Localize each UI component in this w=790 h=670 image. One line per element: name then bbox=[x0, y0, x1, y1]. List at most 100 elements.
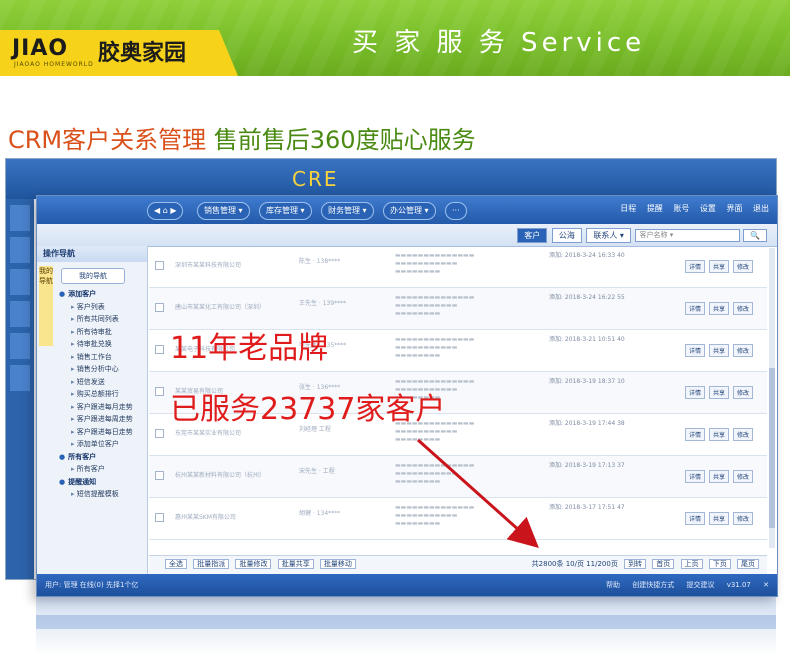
batch-share-button[interactable]: 批量共享 bbox=[277, 559, 314, 569]
headline-orange: CRM客户关系管理 bbox=[8, 126, 207, 154]
back-side-tab[interactable] bbox=[10, 237, 30, 263]
back-side-tab[interactable] bbox=[10, 301, 30, 327]
edit-button[interactable]: 修改 bbox=[732, 470, 753, 483]
tab-customers[interactable]: 客户 bbox=[517, 228, 548, 243]
left-nav-item[interactable]: 销售工作台 bbox=[37, 351, 147, 364]
contact-cell: 王先生 · 139**** bbox=[299, 300, 347, 307]
nav-menu-office[interactable]: 办公管理 ▾ bbox=[383, 202, 436, 220]
batch-edit-button[interactable]: 批量修改 bbox=[235, 559, 272, 569]
logout-button[interactable]: 退出 bbox=[753, 204, 769, 213]
table-scrollbar[interactable] bbox=[769, 248, 775, 548]
edit-button[interactable]: 修改 bbox=[732, 386, 753, 399]
nav-menu-sales[interactable]: 销售管理 ▾ bbox=[197, 202, 250, 220]
left-nav-item[interactable]: 客户列表 bbox=[37, 301, 147, 314]
nav-menu-finance[interactable]: 财务管理 ▾ bbox=[321, 202, 374, 220]
create-shortcut-link[interactable]: 创建快捷方式 bbox=[632, 581, 674, 589]
back-side-tab[interactable] bbox=[10, 269, 30, 295]
scrollbar-thumb[interactable] bbox=[769, 368, 775, 528]
share-button[interactable]: 共享 bbox=[708, 470, 729, 483]
left-nav-item[interactable]: 所有共同列表 bbox=[37, 313, 147, 326]
tab-contacts[interactable]: 联系人 ▾ bbox=[586, 228, 631, 243]
left-nav-group[interactable]: 提醒通知 bbox=[37, 476, 147, 489]
search-input[interactable]: 客户名称 ▾ bbox=[635, 229, 741, 242]
table-row[interactable]: 深圳市某某科技有限公司 陈生 · 138**** ▬▬▬▬▬▬▬▬▬▬▬▬▬▬ ▬▬▬… bbox=[149, 246, 767, 288]
last-page-button[interactable]: 尾页 bbox=[737, 559, 759, 569]
detail-button[interactable]: 详情 bbox=[684, 470, 705, 483]
left-nav-item[interactable]: 购买总额排行 bbox=[37, 388, 147, 401]
detail-button[interactable]: 详情 bbox=[684, 302, 705, 315]
calendar-button[interactable]: 日程 bbox=[620, 204, 636, 213]
share-button[interactable]: 共享 bbox=[708, 260, 729, 273]
left-nav-group[interactable]: 所有客户 bbox=[37, 451, 147, 464]
left-nav-item[interactable]: 添加单位客户 bbox=[37, 438, 147, 451]
logo-tagline: JIAOAO HOMEWORLD bbox=[14, 61, 94, 68]
left-nav-item[interactable]: 短信发送 bbox=[37, 376, 147, 389]
left-nav-item[interactable]: 所有待审批 bbox=[37, 326, 147, 339]
share-button[interactable]: 共享 bbox=[708, 428, 729, 441]
row-checkbox[interactable] bbox=[155, 471, 164, 480]
detail-button[interactable]: 详情 bbox=[684, 260, 705, 273]
reminder-button[interactable]: 提醒 bbox=[647, 204, 663, 213]
left-nav-item[interactable]: 待审批兑换 bbox=[37, 338, 147, 351]
batch-move-button[interactable]: 批量移动 bbox=[319, 559, 356, 569]
nav-back-forward[interactable]: ◀ ⌂ ▶ bbox=[147, 202, 184, 220]
detail-button[interactable]: 详情 bbox=[684, 512, 705, 525]
back-side-tab[interactable] bbox=[10, 365, 30, 391]
left-nav-item[interactable]: 所有客户 bbox=[37, 463, 147, 476]
edit-button[interactable]: 修改 bbox=[732, 302, 753, 315]
time-cell: 添加: 2018-3-17 17:51 47 bbox=[549, 504, 625, 511]
detail-button[interactable]: 详情 bbox=[684, 344, 705, 357]
help-link[interactable]: 帮助 bbox=[606, 581, 620, 589]
left-nav-item[interactable]: 客户跟进每周走势 bbox=[37, 413, 147, 426]
select-all-checkbox[interactable]: 全选 bbox=[165, 559, 187, 569]
back-side-tab[interactable] bbox=[10, 205, 30, 231]
table-row[interactable]: 惠州某某SKM有限公司 胡健 · 134**** ▬▬▬▬▬▬▬▬▬▬▬▬▬▬ ▬▬▬… bbox=[149, 498, 767, 540]
left-nav-item[interactable]: 客户跟进每日走势 bbox=[37, 426, 147, 439]
row-checkbox[interactable] bbox=[155, 345, 164, 354]
headline-green: 售前售后360度贴心服务 bbox=[206, 126, 476, 154]
edit-button[interactable]: 修改 bbox=[732, 512, 753, 525]
settings-button[interactable]: 设置 bbox=[700, 204, 716, 213]
row-checkbox[interactable] bbox=[155, 513, 164, 522]
share-button[interactable]: 共享 bbox=[708, 344, 729, 357]
operation-navigation-panel: 操作导航 我的导航 我的导航 添加客户客户列表所有共同列表所有待审批待审批兑换销… bbox=[37, 246, 148, 574]
goto-button[interactable]: 到转 bbox=[624, 559, 647, 569]
account-button[interactable]: 账号 bbox=[673, 204, 689, 213]
detail-button[interactable]: 详情 bbox=[684, 386, 705, 399]
left-nav-item[interactable]: 销售分析中心 bbox=[37, 363, 147, 376]
row-checkbox[interactable] bbox=[155, 261, 164, 270]
detail-button[interactable]: 详情 bbox=[684, 428, 705, 441]
tab-public-pool[interactable]: 公海 bbox=[551, 228, 582, 243]
nav-menu-more[interactable]: ··· bbox=[445, 202, 467, 220]
row-checkbox[interactable] bbox=[155, 387, 164, 396]
batch-assign-button[interactable]: 批量指派 bbox=[193, 559, 230, 569]
customers-served-overlay: 已服务23737家客户 bbox=[170, 392, 446, 427]
back-side-tab[interactable] bbox=[10, 333, 30, 359]
interface-button[interactable]: 界面 bbox=[726, 204, 742, 213]
share-button[interactable]: 共享 bbox=[708, 386, 729, 399]
share-button[interactable]: 共享 bbox=[708, 302, 729, 315]
left-panel-vertical-tab[interactable]: 我的导航 bbox=[39, 266, 53, 346]
service-banner: JIAO JIAOAO HOMEWORLD 胶奥家园 买 家 服 务 Servi… bbox=[0, 0, 790, 76]
table-row[interactable]: 杭州某某新材料有限公司（杭州） 宋先生 · 工程 ▬▬▬▬▬▬▬▬▬▬▬▬▬▬ ▬▬▬… bbox=[149, 456, 767, 498]
nav-menu-inventory[interactable]: 库存管理 ▾ bbox=[259, 202, 312, 220]
first-page-button[interactable]: 首页 bbox=[652, 559, 675, 569]
share-button[interactable]: 共享 bbox=[708, 512, 729, 525]
main-nav-bar: ◀ ⌂ ▶ 销售管理 ▾ 库存管理 ▾ 财务管理 ▾ 办公管理 ▾ ··· 日程… bbox=[37, 196, 777, 224]
edit-button[interactable]: 修改 bbox=[732, 428, 753, 441]
feedback-link[interactable]: 提交建议 bbox=[686, 581, 714, 589]
row-checkbox[interactable] bbox=[155, 429, 164, 438]
row-actions: 详情 共享 修改 bbox=[681, 470, 753, 483]
left-nav-item[interactable]: 短信提醒模板 bbox=[37, 488, 147, 501]
left-nav-item[interactable]: 客户跟进每月走势 bbox=[37, 401, 147, 414]
edit-button[interactable]: 修改 bbox=[732, 260, 753, 273]
reflection-bar bbox=[36, 615, 776, 629]
next-page-button[interactable]: 下页 bbox=[708, 559, 731, 569]
close-icon[interactable]: ✕ bbox=[763, 581, 769, 589]
prev-page-button[interactable]: 上页 bbox=[680, 559, 703, 569]
my-navigation-button[interactable]: 我的导航 bbox=[61, 268, 125, 284]
row-checkbox[interactable] bbox=[155, 303, 164, 312]
search-icon[interactable]: 🔍 bbox=[743, 229, 767, 242]
left-nav-group[interactable]: 添加客户 bbox=[37, 288, 147, 301]
edit-button[interactable]: 修改 bbox=[732, 344, 753, 357]
